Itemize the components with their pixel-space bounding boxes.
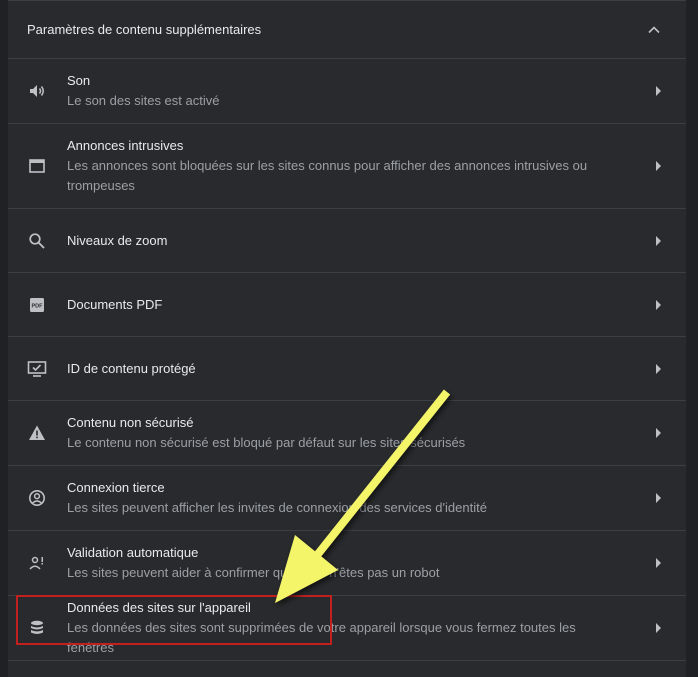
- highlight-box: [16, 595, 332, 645]
- speaker-icon: [26, 80, 48, 102]
- chevron-right-icon: [654, 161, 664, 171]
- row-annonces-intrusives[interactable]: Annonces intrusives Les annonces sont bl…: [8, 124, 686, 209]
- chevron-right-icon: [654, 623, 664, 633]
- row-connexion-tierce[interactable]: Connexion tierce Les sites peuvent affic…: [8, 466, 686, 531]
- chevron-right-icon: [654, 428, 664, 438]
- settings-card: Paramètres de contenu supplémentaires So…: [8, 0, 686, 677]
- row-subtitle: Les sites peuvent afficher les invites d…: [67, 500, 487, 515]
- row-title: Son: [67, 73, 91, 88]
- row-son[interactable]: Son Le son des sites est activé: [8, 59, 686, 124]
- warning-icon: [26, 422, 48, 444]
- row-title: Contenu non sécurisé: [67, 415, 194, 430]
- search-icon: [26, 230, 48, 252]
- row-validation-automatique[interactable]: Validation automatique Les sites peuvent…: [8, 531, 686, 596]
- chevron-right-icon: [654, 235, 664, 246]
- row-contenu-non-securise[interactable]: Contenu non sécurisé Le contenu non sécu…: [8, 401, 686, 466]
- svg-text:PDF: PDF: [32, 303, 44, 309]
- chevron-right-icon: [654, 363, 664, 374]
- row-title: Annonces intrusives: [67, 138, 184, 153]
- section-header[interactable]: Paramètres de contenu supplémentaires: [8, 1, 686, 59]
- row-id-contenu-protege[interactable]: ID de contenu protégé: [8, 337, 686, 401]
- chevron-right-icon: [654, 558, 664, 568]
- row-subtitle: Le son des sites est activé: [67, 93, 220, 108]
- chevron-right-icon: [654, 299, 664, 310]
- person-check-icon: [26, 552, 48, 574]
- row-subtitle: Le contenu non sécurisé est bloqué par d…: [67, 435, 466, 450]
- row-title: Documents PDF: [67, 296, 163, 312]
- chevron-right-icon: [654, 86, 664, 96]
- window-icon: [26, 155, 48, 177]
- protected-content-icon: [26, 358, 48, 380]
- row-title: Niveaux de zoom: [67, 232, 168, 248]
- row-subtitle: Les sites peuvent aider à confirmer que …: [67, 565, 440, 580]
- account-circle-icon: [26, 487, 48, 509]
- pdf-icon: PDF: [26, 294, 48, 316]
- row-niveaux-de-zoom[interactable]: Niveaux de zoom: [8, 209, 686, 273]
- row-title: Validation automatique: [67, 545, 199, 560]
- chevron-up-icon[interactable]: [642, 18, 666, 42]
- row-title: ID de contenu protégé: [67, 360, 196, 376]
- section-title: Paramètres de contenu supplémentaires: [27, 22, 262, 37]
- row-subtitle: Les annonces sont bloquées sur les sites…: [67, 158, 588, 193]
- chevron-right-icon: [654, 493, 664, 503]
- row-documents-pdf[interactable]: PDF Documents PDF: [8, 273, 686, 337]
- row-title: Connexion tierce: [67, 480, 165, 495]
